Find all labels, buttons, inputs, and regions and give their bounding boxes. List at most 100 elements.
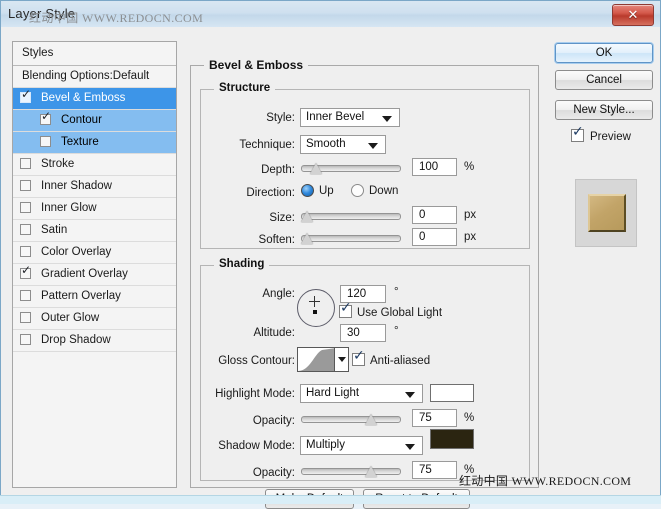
style-dropdown[interactable]: Inner Bevel <box>300 108 400 127</box>
styles-list-item[interactable]: Texture <box>13 132 176 154</box>
styles-list-item-checkbox[interactable] <box>20 202 31 213</box>
size-slider-thumb[interactable] <box>301 211 313 222</box>
technique-label: Technique: <box>210 139 295 151</box>
highlight-color-swatch[interactable] <box>430 384 474 402</box>
styles-list-item[interactable]: Color Overlay <box>13 242 176 264</box>
styles-list-item[interactable]: Inner Glow <box>13 198 176 220</box>
depth-slider-thumb[interactable] <box>310 163 322 174</box>
direction-up-radio[interactable] <box>301 184 314 197</box>
soften-slider-thumb[interactable] <box>301 233 313 244</box>
styles-list-item-checkbox[interactable] <box>20 180 31 191</box>
depth-input[interactable]: 100 <box>412 158 457 176</box>
ok-button[interactable]: OK <box>555 43 653 63</box>
styles-list-item-checkbox[interactable] <box>20 290 31 301</box>
styles-list-item[interactable]: Drop Shadow <box>13 330 176 352</box>
styles-list-item[interactable]: Outer Glow <box>13 308 176 330</box>
styles-list-item-checkbox[interactable] <box>20 92 31 103</box>
shadow-mode-value: Multiply <box>306 439 345 451</box>
shadow-opacity-slider-thumb[interactable] <box>365 466 377 477</box>
styles-list-item-checkbox[interactable] <box>20 334 31 345</box>
title-bar[interactable]: Layer Style 红动中国 WWW.REDOCN.COM ✕ <box>1 1 660 28</box>
styles-list-item-label: Drop Shadow <box>41 330 111 351</box>
preview-checkbox[interactable] <box>571 129 584 142</box>
preview-label: Preview <box>590 131 631 143</box>
styles-list-item-label: Inner Shadow <box>41 176 112 197</box>
styles-list-item-label: Stroke <box>41 154 74 175</box>
size-unit: px <box>464 209 476 221</box>
soften-slider[interactable] <box>301 229 401 247</box>
layer-style-dialog: Layer Style 红动中国 WWW.REDOCN.COM ✕ Styles… <box>0 0 661 504</box>
styles-list-item-label: Inner Glow <box>41 198 97 219</box>
anti-aliased-checkbox[interactable] <box>352 353 365 366</box>
styles-list-item-label: Outer Glow <box>41 308 99 329</box>
shadow-opacity-slider-track <box>301 468 401 475</box>
styles-list-item-label: Satin <box>41 220 67 241</box>
styles-list-item-checkbox[interactable] <box>20 158 31 169</box>
highlight-opacity-slider[interactable] <box>301 410 401 428</box>
direction-down-radio[interactable] <box>351 184 364 197</box>
gloss-contour-dropdown-arrow[interactable] <box>334 348 348 371</box>
cancel-button-label: Cancel <box>586 74 622 86</box>
depth-slider[interactable] <box>301 159 401 177</box>
technique-dropdown-value: Smooth <box>306 138 346 150</box>
altitude-input[interactable]: 30 <box>340 324 386 342</box>
styles-list-item[interactable]: Satin <box>13 220 176 242</box>
size-input[interactable]: 0 <box>412 206 457 224</box>
angle-dial-center <box>313 310 317 314</box>
styles-list-item[interactable]: Gradient Overlay <box>13 264 176 286</box>
styles-list-item[interactable]: Bevel & Emboss <box>13 88 176 110</box>
altitude-label: Altitude: <box>210 327 295 339</box>
crosshair-icon <box>309 296 320 307</box>
new-style-button[interactable]: New Style... <box>555 100 653 120</box>
angle-dial[interactable] <box>297 289 335 327</box>
styles-list-item-label: Pattern Overlay <box>41 286 121 307</box>
close-button[interactable]: ✕ <box>612 4 654 26</box>
chevron-down-icon <box>405 444 415 450</box>
dialog-body: Styles Blending Options:DefaultBevel & E… <box>1 27 660 502</box>
styles-list-item-checkbox[interactable] <box>20 312 31 323</box>
highlight-mode-label: Highlight Mode: <box>196 388 295 400</box>
highlight-opacity-label: Opacity: <box>210 415 295 427</box>
styles-list-filler <box>13 352 176 472</box>
styles-list-item-checkbox[interactable] <box>20 246 31 257</box>
size-slider[interactable] <box>301 207 401 225</box>
styles-list-item-checkbox[interactable] <box>40 136 51 147</box>
soften-input[interactable]: 0 <box>412 228 457 246</box>
technique-dropdown[interactable]: Smooth <box>300 135 386 154</box>
cancel-button[interactable]: Cancel <box>555 70 653 90</box>
style-label: Style: <box>210 112 295 124</box>
shading-group-title: Shading <box>214 258 269 270</box>
styles-list-item[interactable]: Blending Options:Default <box>13 66 176 88</box>
styles-list-header: Styles <box>13 42 176 66</box>
use-global-light-label: Use Global Light <box>357 307 442 319</box>
shadow-color-swatch[interactable] <box>430 429 474 449</box>
shadow-opacity-input[interactable]: 75 <box>412 461 457 479</box>
highlight-opacity-slider-thumb[interactable] <box>365 414 377 425</box>
styles-list[interactable]: Blending Options:DefaultBevel & EmbossCo… <box>13 66 176 472</box>
use-global-light-checkbox[interactable] <box>339 305 352 318</box>
highlight-opacity-input[interactable]: 75 <box>412 409 457 427</box>
gloss-contour-picker[interactable] <box>297 347 349 372</box>
styles-list-item-checkbox[interactable] <box>20 224 31 235</box>
size-slider-track <box>301 213 401 220</box>
styles-list-item-checkbox[interactable] <box>20 268 31 279</box>
shadow-mode-dropdown[interactable]: Multiply <box>300 436 423 455</box>
direction-down-label: Down <box>369 185 398 197</box>
structure-group-title: Structure <box>214 82 275 94</box>
shadow-opacity-slider[interactable] <box>301 462 401 480</box>
styles-list-item-label: Bevel & Emboss <box>41 88 125 109</box>
styles-list-item-label: Gradient Overlay <box>41 264 128 285</box>
new-style-button-label: New Style... <box>573 104 634 116</box>
depth-unit: % <box>464 161 474 173</box>
styles-list-item[interactable]: Stroke <box>13 154 176 176</box>
angle-unit: ° <box>394 286 399 298</box>
soften-slider-track <box>301 235 401 242</box>
gloss-contour-label: Gloss Contour: <box>196 355 295 367</box>
styles-list-item-label: Blending Options:Default <box>22 66 149 87</box>
styles-list-item[interactable]: Inner Shadow <box>13 176 176 198</box>
styles-list-item[interactable]: Pattern Overlay <box>13 286 176 308</box>
highlight-mode-dropdown[interactable]: Hard Light <box>300 384 423 403</box>
styles-list-item[interactable]: Contour <box>13 110 176 132</box>
styles-list-item-checkbox[interactable] <box>40 114 51 125</box>
chevron-down-icon <box>368 143 378 149</box>
